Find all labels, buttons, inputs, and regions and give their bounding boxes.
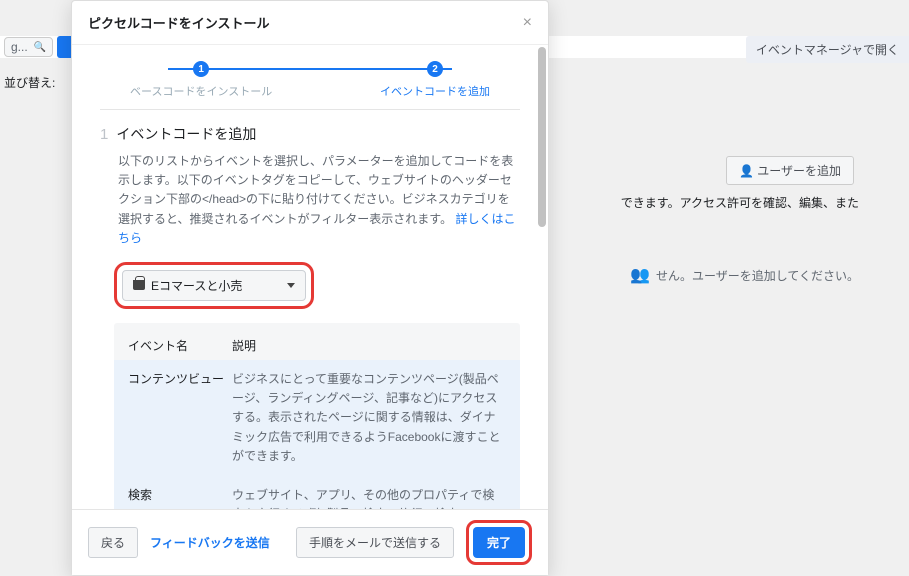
table-row[interactable]: コンテンツビュー ビジネスにとって重要なコンテンツページ(製品ページ、ランディン… [128, 360, 506, 476]
th-description: 説明 [232, 337, 506, 354]
search-icon: 🔍 [34, 42, 46, 53]
section-number: 1 [100, 126, 108, 143]
chevron-down-icon [287, 283, 295, 288]
add-user-button[interactable]: 👤 ユーザーを追加 [726, 156, 854, 185]
done-button[interactable]: 完了 [473, 527, 525, 558]
open-event-manager-button[interactable]: イベントマネージャで開く [746, 36, 909, 63]
step-2-label: イベントコードを追加 [380, 83, 490, 99]
modal-header: ピクセルコードをインストール × [72, 1, 548, 45]
event-desc: ビジネスにとって重要なコンテンツページ(製品ページ、ランディングページ、記事など… [232, 370, 506, 466]
modal-footer: 戻る フィードバックを送信 手順をメールで送信する 完了 [72, 509, 548, 575]
back-button[interactable]: 戻る [88, 527, 138, 558]
shopping-bag-icon [133, 280, 145, 290]
step-1-label: ベースコードをインストール [130, 83, 272, 99]
event-desc: ウェブサイト、アプリ、その他のプロパティで検索を実行する(例: 製品の検索、旅行… [232, 486, 506, 509]
event-table: イベント名 説明 コンテンツビュー ビジネスにとって重要なコンテンツページ(製品… [114, 323, 520, 509]
table-row[interactable]: 検索 ウェブサイト、アプリ、その他のプロパティで検索を実行する(例: 製品の検索… [128, 476, 506, 509]
close-icon[interactable]: × [523, 14, 532, 32]
bg-search-input[interactable]: g... 🔍 [4, 37, 53, 57]
th-event-name: イベント名 [128, 337, 232, 354]
category-highlight: Eコマースと小売 [114, 262, 314, 309]
people-icon: 👥 [630, 265, 650, 285]
section-description: 以下のリストからイベントを選択し、パラメーターを追加してコードを表示します。以下… [100, 152, 520, 248]
step-1-circle: 1 [193, 61, 209, 77]
sort-label: 並び替え: [4, 74, 55, 91]
modal-title: ピクセルコードをインストール [88, 13, 269, 32]
category-label: Eコマースと小売 [151, 277, 242, 294]
modal-body: 1 ベースコードをインストール 2 イベントコードを追加 1 イベントコードを追… [72, 45, 548, 509]
install-pixel-modal: ピクセルコードをインストール × 1 ベースコードをインストール 2 イベントコ… [71, 0, 549, 576]
stepper: 1 ベースコードをインストール 2 イベントコードを追加 [100, 61, 520, 99]
bg-permission-text: できます。アクセス許可を確認、編集、また [621, 194, 859, 211]
event-name: コンテンツビュー [128, 370, 232, 466]
email-instructions-button[interactable]: 手順をメールで送信する [296, 527, 454, 558]
event-name: 検索 [128, 486, 232, 509]
done-highlight: 完了 [466, 520, 532, 565]
category-dropdown[interactable]: Eコマースと小売 [122, 270, 306, 301]
search-text: g... [11, 40, 28, 54]
send-feedback-link[interactable]: フィードバックを送信 [150, 534, 270, 551]
bg-no-user-text: せん。ユーザーを追加してください。 [656, 267, 859, 284]
step-2-circle: 2 [427, 61, 443, 77]
section-title: イベントコードを追加 [116, 124, 256, 144]
scrollbar[interactable] [538, 47, 546, 507]
